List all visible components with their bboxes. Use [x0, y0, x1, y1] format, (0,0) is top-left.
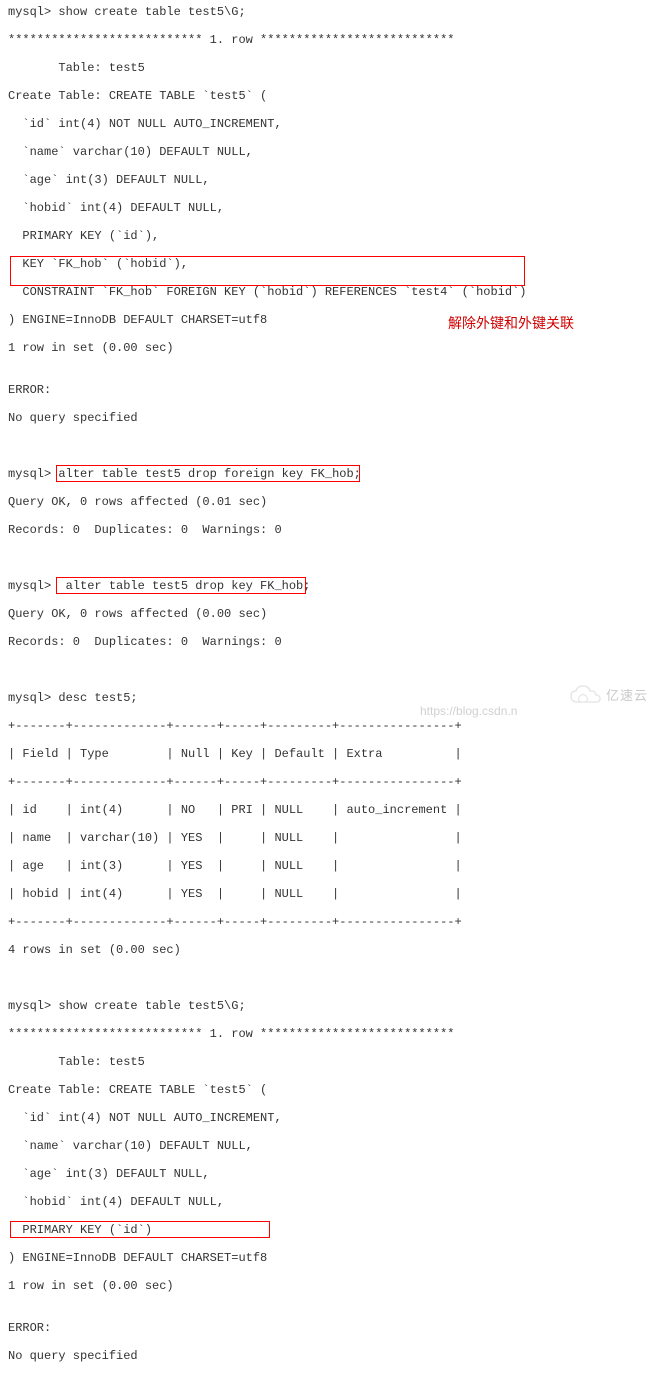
line: Records: 0 Duplicates: 0 Warnings: 0	[8, 635, 650, 649]
line: `id` int(4) NOT NULL AUTO_INCREMENT,	[8, 1111, 650, 1125]
annotation-text: 解除外键和外键关联	[448, 316, 574, 330]
blank-line	[8, 663, 650, 677]
watermark-logo: 亿速云	[568, 685, 648, 707]
prompt: mysql>	[8, 579, 58, 593]
cloud-icon	[568, 685, 602, 707]
highlighted-fk-definition: KEY `FK_hob` (`hobid`), CONSTRAINT `FK_h…	[8, 257, 650, 299]
line: ERROR:	[8, 383, 650, 397]
watermark-url: https://blog.csdn.n	[420, 704, 517, 718]
line: 1 row in set (0.00 sec)	[8, 341, 650, 355]
line: Create Table: CREATE TABLE `test5` (	[8, 89, 650, 103]
line: Query OK, 0 rows affected (0.01 sec)	[8, 495, 650, 509]
line: No query specified	[8, 411, 650, 425]
line: `name` varchar(10) DEFAULT NULL,	[8, 145, 650, 159]
line: Records: 0 Duplicates: 0 Warnings: 0	[8, 523, 650, 537]
sql-prompt: mysql> alter table test5 drop key FK_hob…	[8, 579, 650, 593]
line: `hobid` int(4) DEFAULT NULL,	[8, 201, 650, 215]
line: `age` int(3) DEFAULT NULL,	[8, 1167, 650, 1181]
table-border: +-------+-------------+------+-----+----…	[8, 775, 650, 789]
table-border: +-------+-------------+------+-----+----…	[8, 915, 650, 929]
line: mysql> show create table test5\G;	[8, 999, 650, 1013]
line: 1 row in set (0.00 sec)	[8, 1279, 650, 1293]
blank-line	[8, 551, 650, 565]
table-border: +-------+-------------+------+-----+----…	[8, 719, 650, 733]
line: ) ENGINE=InnoDB DEFAULT CHARSET=utf8	[8, 1251, 650, 1265]
line: KEY `FK_hob` (`hobid`),	[8, 257, 650, 271]
line: *************************** 1. row *****…	[8, 1027, 650, 1041]
line: PRIMARY KEY (`id`),	[8, 229, 650, 243]
highlighted-primary-key: PRIMARY KEY (`id`)	[8, 1223, 650, 1237]
line: CONSTRAINT `FK_hob` FOREIGN KEY (`hobid`…	[8, 285, 650, 299]
terminal-output: mysql> show create table test5\G; ******…	[8, 5, 650, 1377]
line: No query specified	[8, 1349, 650, 1363]
line: `age` int(3) DEFAULT NULL,	[8, 173, 650, 187]
table-header: | Field | Type | Null | Key | Default | …	[8, 747, 650, 761]
line: Create Table: CREATE TABLE `test5` (	[8, 1083, 650, 1097]
blank-line	[8, 439, 650, 453]
table-row: | name | varchar(10) | YES | | NULL | |	[8, 831, 650, 845]
blank-line	[8, 971, 650, 985]
line: Table: test5	[8, 1055, 650, 1069]
line: mysql> desc test5;	[8, 691, 650, 705]
line: ERROR:	[8, 1321, 650, 1335]
line: `id` int(4) NOT NULL AUTO_INCREMENT,	[8, 117, 650, 131]
line: `name` varchar(10) DEFAULT NULL,	[8, 1139, 650, 1153]
line: PRIMARY KEY (`id`)	[8, 1223, 650, 1237]
highlighted-drop-key-command: mysql> alter table test5 drop key FK_hob…	[8, 579, 650, 593]
prompt: mysql>	[8, 467, 58, 481]
line: mysql> show create table test5\G;	[8, 5, 650, 19]
table-row: | id | int(4) | NO | PRI | NULL | auto_i…	[8, 803, 650, 817]
sql-text: alter table test5 drop foreign key FK_ho…	[58, 467, 360, 481]
table-row: | hobid | int(4) | YES | | NULL | |	[8, 887, 650, 901]
line: Table: test5	[8, 61, 650, 75]
line: `hobid` int(4) DEFAULT NULL,	[8, 1195, 650, 1209]
highlighted-drop-fk-command: mysql> alter table test5 drop foreign ke…	[8, 467, 650, 481]
sql-prompt: mysql> alter table test5 drop foreign ke…	[8, 467, 650, 481]
line: Query OK, 0 rows affected (0.00 sec)	[8, 607, 650, 621]
table-row: | age | int(3) | YES | | NULL | |	[8, 859, 650, 873]
sql-text: alter table test5 drop key FK_hob;	[58, 579, 310, 593]
line: 4 rows in set (0.00 sec)	[8, 943, 650, 957]
watermark-brand: 亿速云	[606, 689, 648, 703]
line: *************************** 1. row *****…	[8, 33, 650, 47]
